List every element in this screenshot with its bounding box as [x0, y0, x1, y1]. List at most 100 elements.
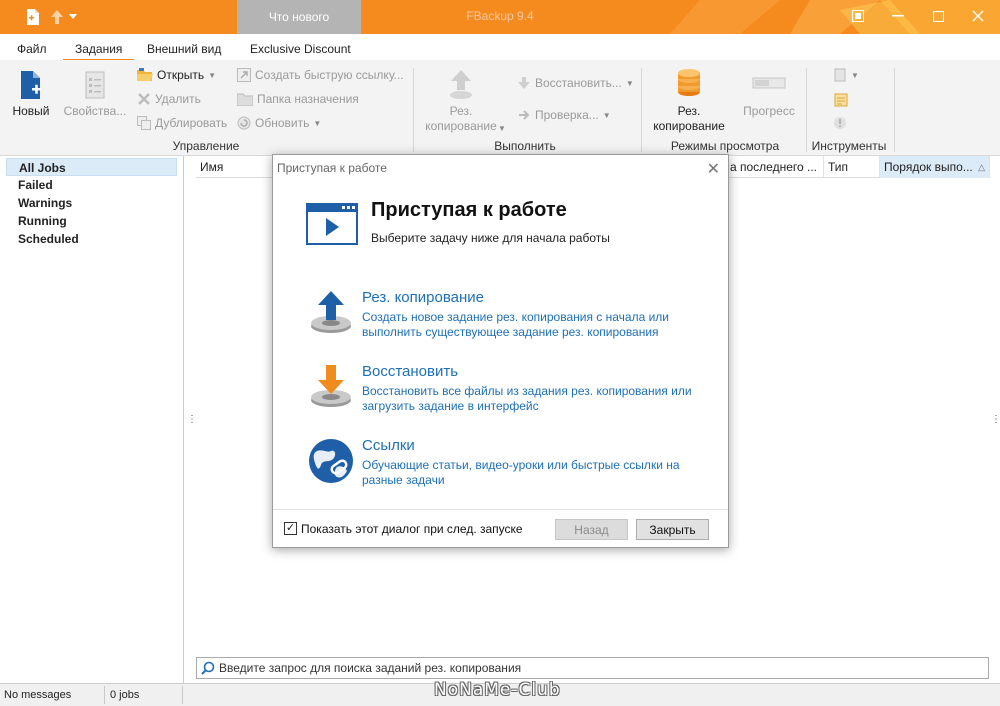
create-shortcut-label: Создать быструю ссылку...: [255, 68, 404, 82]
run-backup-button[interactable]: Рез. копирование: [420, 68, 502, 134]
status-separator: [104, 686, 105, 704]
restore-label: Восстановить...: [535, 76, 622, 90]
ribbon: Новый Свойства... Открыть ▼ Удалить Дубл…: [0, 60, 1000, 156]
check-dropdown-icon[interactable]: ▼: [603, 111, 611, 120]
option-restore-desc-line-1: Восстановить все файлы из задания рез. к…: [362, 384, 692, 398]
restore-dropdown-icon[interactable]: ▼: [626, 79, 634, 88]
restore-down-arrow-icon: [518, 77, 530, 89]
new-file-icon[interactable]: [23, 7, 43, 27]
option-links-description: Обучающие статьи, видео-уроки или быстры…: [362, 458, 707, 488]
sidebar-item-scheduled[interactable]: Scheduled: [6, 230, 177, 248]
watermark-text: NoNaMe-Club: [434, 680, 561, 700]
delete-button[interactable]: Удалить: [137, 92, 201, 106]
progress-button[interactable]: Прогресс: [736, 68, 802, 119]
whats-new-tab[interactable]: Что нового: [237, 0, 361, 34]
destination-folder-button[interactable]: Папка назначения: [237, 92, 359, 106]
option-links-title[interactable]: Ссылки: [362, 437, 415, 454]
column-order-label: Порядок выпо...: [884, 160, 973, 174]
column-last-run[interactable]: а последнего ...: [726, 156, 824, 178]
show-on-startup-label[interactable]: Показать этот диалог при след. запуске: [301, 522, 523, 536]
option-restore-title[interactable]: Восстановить: [362, 363, 458, 380]
job-search-input[interactable]: Введите запрос для поиска заданий рез. к…: [196, 657, 989, 679]
restore-download-icon: [311, 365, 351, 407]
search-placeholder: Введите запрос для поиска заданий рез. к…: [219, 661, 522, 675]
create-shortcut-button[interactable]: Создать быструю ссылку...: [237, 68, 404, 82]
progress-bar-icon: [752, 77, 786, 89]
tools-button-1[interactable]: ▼: [833, 68, 859, 82]
properties-button[interactable]: Свойства...: [62, 70, 128, 119]
dialog-heading: Приступая к работе: [371, 199, 567, 221]
close-button[interactable]: Закрыть: [636, 519, 709, 540]
view-backup-button[interactable]: Рез. копирование: [648, 68, 730, 134]
group-tools-label: Инструменты: [811, 139, 887, 153]
run-backup-label-2: копирование: [425, 119, 497, 133]
ribbon-separator: [641, 68, 642, 152]
tools-dropdown-icon[interactable]: ▼: [851, 71, 859, 80]
show-on-startup-checkbox[interactable]: ✓: [284, 522, 297, 535]
backup-up-arrow-icon: [450, 70, 472, 99]
right-splitter-grip[interactable]: ⋮: [991, 414, 1000, 425]
properties-label: Свойства...: [63, 104, 127, 118]
view-backup-label-1: Рез.: [677, 104, 701, 118]
maximize-icon[interactable]: [918, 0, 958, 32]
sort-ascending-icon: △: [978, 162, 985, 172]
up-arrow-icon[interactable]: [47, 7, 67, 27]
job-filter-sidebar: All Jobs Failed Warnings Running Schedul…: [0, 156, 184, 683]
run-backup-label-1: Рез.: [449, 104, 473, 118]
shortcut-icon: [237, 68, 251, 82]
minimize-icon[interactable]: [878, 0, 918, 32]
sidebar-item-warnings[interactable]: Warnings: [6, 194, 177, 212]
view-backup-label-2: копирование: [653, 119, 725, 133]
option-backup[interactable]: Рез. копирование Создать новое задание р…: [307, 289, 707, 339]
menu-jobs[interactable]: Задания: [62, 42, 135, 62]
tools-button-3[interactable]: [833, 116, 847, 130]
back-button[interactable]: Назад: [555, 519, 628, 540]
restore-layout-icon[interactable]: [838, 0, 878, 32]
dialog-footer: ✓ Показать этот диалог при след. запуске…: [273, 509, 728, 547]
option-links[interactable]: Ссылки Обучающие статьи, видео-уроки или…: [307, 437, 707, 487]
column-type[interactable]: Тип: [824, 156, 880, 178]
option-restore[interactable]: Восстановить Восстановить все файлы из з…: [307, 363, 707, 413]
duplicate-label: Дублировать: [155, 116, 228, 130]
destination-folder-label: Папка назначения: [257, 92, 359, 106]
refresh-label: Обновить: [255, 116, 310, 130]
duplicate-button[interactable]: Дублировать: [137, 116, 227, 130]
open-button[interactable]: Открыть ▼: [137, 68, 216, 82]
group-view-modes-label: Режимы просмотра: [670, 139, 780, 153]
sidebar-item-running[interactable]: Running: [6, 212, 177, 230]
refresh-dropdown-icon[interactable]: ▼: [313, 119, 321, 128]
tools-info-icon: [834, 117, 846, 129]
new-job-label: Новый: [12, 104, 50, 118]
option-links-desc-line-1: Обучающие статьи, видео-уроки или быстры…: [362, 458, 680, 472]
check-button[interactable]: Проверка... ▼: [517, 108, 611, 122]
open-label: Открыть: [157, 68, 205, 82]
group-manage-label: Управление: [172, 139, 240, 153]
menu-view[interactable]: Внешний вид: [147, 42, 221, 56]
close-icon[interactable]: [958, 0, 998, 32]
dialog-close-icon[interactable]: ✕: [707, 159, 720, 179]
open-dropdown-icon[interactable]: ▼: [208, 71, 216, 80]
column-order[interactable]: Порядок выпо... △: [880, 156, 990, 178]
restore-button[interactable]: Восстановить... ▼: [517, 76, 634, 90]
getting-started-play-icon: [306, 203, 358, 245]
option-links-desc-line-2: разные задачи: [362, 473, 445, 487]
quick-access-dropdown-icon[interactable]: [66, 7, 80, 27]
globe-link-icon: [309, 439, 353, 483]
option-restore-description: Восстановить все файлы из задания рез. к…: [362, 384, 707, 414]
check-label: Проверка...: [535, 108, 599, 122]
menu-file[interactable]: Файл: [17, 42, 47, 56]
check-arrow-icon: [519, 110, 530, 120]
run-backup-dropdown-icon[interactable]: ▼: [498, 124, 506, 133]
backup-stack-icon: [678, 69, 700, 96]
dialog-title: Приступая к работе: [277, 161, 387, 175]
refresh-button[interactable]: Обновить ▼: [237, 116, 321, 130]
sidebar-item-failed[interactable]: Failed: [6, 176, 177, 194]
new-job-button[interactable]: Новый: [8, 70, 54, 119]
option-backup-title[interactable]: Рез. копирование: [362, 289, 484, 306]
menu-exclusive-discount[interactable]: Exclusive Discount: [250, 42, 351, 56]
tools-button-2[interactable]: [833, 92, 849, 108]
ribbon-separator: [894, 68, 895, 152]
status-messages: No messages: [4, 689, 72, 701]
sidebar-item-all-jobs[interactable]: All Jobs: [6, 158, 177, 176]
sidebar-splitter-grip[interactable]: ⋮: [187, 414, 197, 425]
